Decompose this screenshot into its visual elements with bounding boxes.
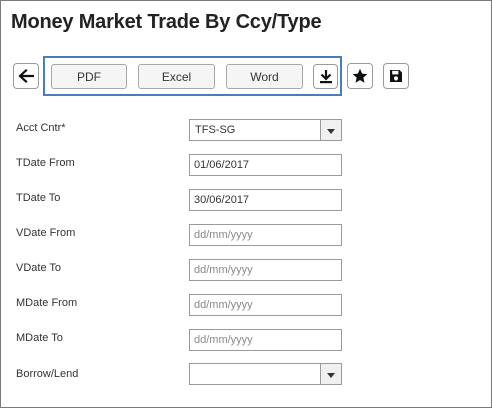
acct-cntr-label: Acct Cntr* (16, 122, 66, 134)
vdate-from-label: VDate From (16, 227, 76, 239)
export-excel-button[interactable]: Excel (138, 64, 215, 89)
page-title: Money Market Trade By Ccy/Type (11, 11, 322, 33)
download-button[interactable] (313, 64, 338, 89)
borrow-lend-dropdown-button[interactable] (320, 364, 341, 384)
save-button[interactable] (383, 63, 409, 89)
mdate-to-input[interactable] (189, 329, 342, 351)
floppy-disk-icon (389, 69, 403, 83)
tdate-from-input[interactable] (189, 154, 342, 176)
mdate-from-input[interactable] (189, 294, 342, 316)
borrow-lend-select[interactable] (189, 363, 342, 385)
tdate-to-label: TDate To (16, 192, 61, 204)
report-window: Money Market Trade By Ccy/Type PDF Excel… (0, 0, 492, 408)
acct-cntr-dropdown-button[interactable] (320, 120, 341, 140)
tdate-from-label: TDate From (16, 157, 75, 169)
export-pdf-button[interactable]: PDF (51, 64, 127, 89)
export-word-button[interactable]: Word (226, 64, 303, 89)
tdate-to-input[interactable] (189, 189, 342, 211)
chevron-down-icon (327, 365, 335, 383)
acct-cntr-select[interactable]: TFS-SG (189, 119, 342, 141)
arrow-left-icon (18, 69, 34, 83)
export-button-group: PDF Excel Word (43, 56, 342, 96)
borrow-lend-label: Borrow/Lend (16, 368, 79, 380)
favorite-button[interactable] (347, 63, 373, 89)
chevron-down-icon (327, 121, 335, 139)
vdate-to-label: VDate To (16, 262, 62, 274)
mdate-from-label: MDate From (16, 297, 78, 309)
mdate-to-label: MDate To (16, 332, 63, 344)
vdate-from-input[interactable] (189, 224, 342, 246)
star-icon (352, 68, 368, 84)
vdate-to-input[interactable] (189, 259, 342, 281)
download-icon (319, 69, 333, 84)
back-button[interactable] (13, 63, 39, 89)
acct-cntr-value: TFS-SG (195, 124, 236, 136)
